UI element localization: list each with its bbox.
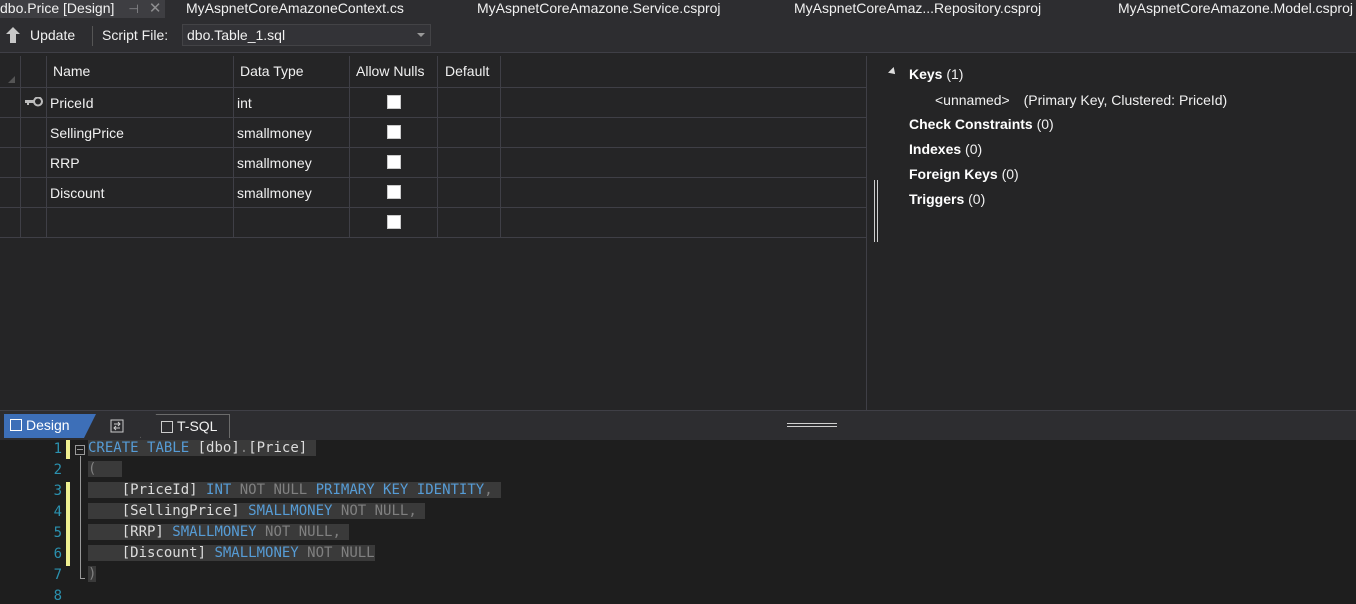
designer-toolbar: Update Script File: dbo.Table_1.sql (0, 18, 1356, 53)
tsql-icon (161, 421, 173, 433)
line-number: 1 (53, 441, 62, 457)
triggers-label: Triggers (909, 191, 965, 207)
line-number: 8 (53, 588, 62, 604)
design-tab-label: Design (26, 417, 70, 433)
table-properties-panel: Keys (1) <unnamed> (Primary Key, Cluster… (866, 56, 1356, 410)
key-item-name: <unnamed> (935, 92, 1010, 108)
line-number: 5 (53, 525, 62, 541)
allow-nulls-checkbox[interactable] (387, 215, 401, 229)
keys-node[interactable]: Keys (1) (909, 66, 963, 82)
tab-label: MyAspnetCoreAmazone.Model.csproj (1118, 0, 1353, 16)
line-number: 4 (53, 504, 62, 520)
grid-divider (0, 117, 866, 118)
close-icon[interactable]: ✕ (149, 1, 162, 17)
tab-label: MyAspnetCoreAmazoneContext.cs (186, 0, 404, 16)
indexes-label: Indexes (909, 141, 962, 157)
primary-key-icon (25, 97, 43, 107)
check-constraints-count: (0) (1036, 116, 1054, 132)
tab-label: dbo.Price [Design] (0, 0, 115, 16)
panel-splitter-handle[interactable] (874, 180, 878, 242)
tsql-tab-label: T-SQL (177, 418, 218, 434)
keys-count: (1) (946, 66, 964, 82)
design-icon (10, 419, 22, 431)
key-item[interactable]: <unnamed> (Primary Key, Clustered: Price… (935, 92, 1227, 108)
allow-nulls-checkbox[interactable] (387, 125, 401, 139)
line-number: 6 (53, 546, 62, 562)
script-file-label: Script File: (102, 27, 169, 43)
swap-panes-button[interactable] (110, 414, 130, 438)
column-header-allow-nulls[interactable]: Allow Nulls (356, 63, 424, 79)
triggers-node[interactable]: Triggers (0) (909, 191, 985, 207)
cell-name[interactable]: Discount (50, 185, 104, 201)
tab-design[interactable]: Design (4, 414, 96, 438)
grid-divider (0, 237, 866, 238)
column-header-name[interactable]: Name (53, 63, 90, 79)
code-line-2: ( (88, 461, 122, 477)
collapse-keys-icon[interactable] (888, 67, 898, 77)
check-constraints-node[interactable]: Check Constraints (0) (909, 116, 1054, 132)
column-header-data-type[interactable]: Data Type (240, 63, 304, 79)
tab-context-cs[interactable]: MyAspnetCoreAmazoneContext.cs (186, 0, 404, 18)
cell-name[interactable]: RRP (50, 155, 80, 171)
toolbar-separator (92, 26, 93, 46)
change-marker (66, 440, 70, 459)
check-constraints-label: Check Constraints (909, 116, 1033, 132)
triggers-count: (0) (968, 191, 986, 207)
grid-divider (0, 177, 866, 178)
tsql-editor[interactable]: 1 2 3 4 5 6 7 8 CREATE TABLE [dbo].[Pric… (0, 440, 1356, 604)
tab-label: MyAspnetCoreAmaz...Repository.csproj (794, 0, 1042, 16)
change-marker (66, 482, 70, 566)
foreign-keys-label: Foreign Keys (909, 166, 998, 182)
key-item-description: (Primary Key, Clustered: PriceId) (1023, 92, 1228, 108)
keys-label: Keys (909, 66, 943, 82)
code-line-1: CREATE TABLE [dbo].[Price] (88, 440, 316, 456)
cell-data-type[interactable]: smallmoney (237, 185, 312, 201)
tab-repository-csproj[interactable]: MyAspnetCoreAmaz...Repository.csproj (794, 0, 1041, 18)
collapse-region-icon[interactable] (75, 445, 85, 455)
cell-name[interactable]: SellingPrice (50, 125, 124, 141)
line-number: 2 (53, 462, 62, 478)
script-file-value: dbo.Table_1.sql (187, 27, 286, 43)
line-number: 7 (53, 567, 62, 583)
foreign-keys-count: (0) (1001, 166, 1019, 182)
code-line-4: [SellingPrice] SMALLMONEY NOT NULL, (88, 503, 426, 519)
update-button[interactable]: Update (30, 27, 75, 43)
code-line-7: ) (88, 566, 97, 582)
allow-nulls-checkbox[interactable] (387, 185, 401, 199)
fold-guide (80, 456, 81, 578)
indexes-count: (0) (965, 141, 983, 157)
line-number: 3 (53, 483, 62, 499)
script-file-dropdown[interactable]: dbo.Table_1.sql (182, 24, 431, 46)
code-line-5: [RRP] SMALLMONEY NOT NULL, (88, 524, 350, 540)
tab-model-csproj[interactable]: MyAspnetCoreAmazone.Model.csproj (1118, 0, 1353, 18)
tab-service-csproj[interactable]: MyAspnetCoreAmazone.Service.csproj (477, 0, 721, 18)
pane-splitter-grip[interactable] (787, 423, 837, 427)
swap-panes-icon (110, 419, 124, 433)
grid-divider (0, 87, 866, 88)
code-line-6: [Discount] SMALLMONEY NOT NULL (88, 545, 375, 561)
tab-label: MyAspnetCoreAmazone.Service.csproj (477, 0, 721, 16)
grid-divider (0, 207, 866, 208)
grid-divider (0, 147, 866, 148)
pane-tab-strip: Design T-SQL (0, 410, 1356, 440)
code-line-3: [PriceId] INT NOT NULL PRIMARY KEY IDENT… (88, 482, 502, 498)
foreign-keys-node[interactable]: Foreign Keys (0) (909, 166, 1019, 182)
cell-name[interactable]: PriceId (50, 95, 94, 111)
indexes-node[interactable]: Indexes (0) (909, 141, 982, 157)
cell-data-type[interactable]: smallmoney (237, 155, 312, 171)
cell-data-type[interactable]: int (237, 95, 252, 111)
allow-nulls-checkbox[interactable] (387, 95, 401, 109)
fold-guide (80, 578, 85, 579)
allow-nulls-checkbox[interactable] (387, 155, 401, 169)
pin-icon[interactable]: ⊣ (128, 1, 138, 17)
document-tab-bar: dbo.Price [Design] ⊣ ✕ MyAspnetCoreAmazone… (0, 0, 1356, 18)
tab-tsql[interactable]: T-SQL (140, 414, 230, 438)
columns-grid: Name Data Type Allow Nulls Default Price… (0, 56, 866, 410)
chevron-down-icon (417, 33, 425, 37)
cell-data-type[interactable]: smallmoney (237, 125, 312, 141)
select-all-corner[interactable] (8, 76, 15, 83)
column-header-default[interactable]: Default (445, 63, 489, 79)
update-icon[interactable] (6, 27, 20, 43)
tab-price-design[interactable]: dbo.Price [Design] ⊣ ✕ (0, 0, 166, 18)
